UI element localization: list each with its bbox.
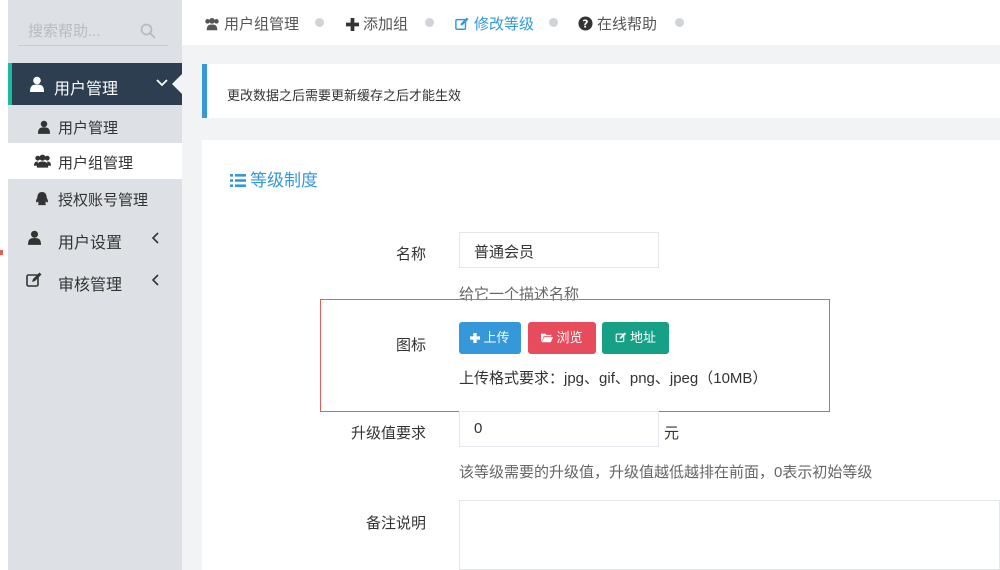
qq-icon <box>35 191 49 206</box>
svg-text:?: ? <box>583 18 589 30</box>
tab-label: 修改等级 <box>474 16 535 33</box>
upgrade-label: 升级值要求 <box>350 425 426 442</box>
sidebar-item-label: 用户管理 <box>54 81 119 98</box>
chevron-down-icon <box>156 79 168 87</box>
panel-title: 等级制度 <box>230 166 318 191</box>
sidebar-item-label: 用户设置 <box>58 235 123 252</box>
user-icon <box>30 76 44 92</box>
highlight-box <box>320 299 830 412</box>
upgrade-value-field[interactable]: 0 <box>459 411 659 447</box>
sidebar-item-review[interactable]: 审核管理 <box>8 259 182 301</box>
remark-label: 备注说明 <box>365 515 426 532</box>
separator-dot <box>549 18 558 27</box>
list-icon <box>230 174 246 187</box>
info-notice: 更改数据之后需要更新缓存之后才能生效 <box>202 64 1000 118</box>
sidebar-subitem-user-group[interactable]: 用户组管理 <box>8 143 182 179</box>
users-icon <box>34 154 51 168</box>
tab-label: 添加组 <box>363 16 409 33</box>
search-box[interactable]: 搜索帮助... <box>18 16 168 46</box>
upgrade-help-text: 该等级需要的升级值，升级值越低越排在前面，0表示初始等级 <box>459 464 873 481</box>
user-icon <box>38 120 50 134</box>
remark-textarea[interactable] <box>459 500 1000 570</box>
sidebar-subitem-label: 授权账号管理 <box>58 192 149 209</box>
sidebar-subitem-label: 用户管理 <box>58 120 119 137</box>
sidebar-subitem-label: 用户组管理 <box>58 155 134 172</box>
separator-dot <box>425 18 434 27</box>
tab-add-group[interactable]: 添加组 <box>346 13 408 34</box>
sidebar-item-user-mgmt[interactable]: 用户管理 <box>8 63 182 105</box>
sidebar-item-user-settings[interactable]: 用户设置 <box>8 217 182 259</box>
search-icon[interactable] <box>140 23 156 39</box>
name-field[interactable]: 普通会员 <box>459 232 659 268</box>
search-input[interactable]: 搜索帮助... <box>28 20 101 41</box>
plus-icon <box>346 18 359 31</box>
user-icon <box>28 230 41 245</box>
tab-label: 在线帮助 <box>597 16 658 33</box>
tab-label: 用户组管理 <box>224 16 300 33</box>
side-marker <box>0 250 3 255</box>
name-label: 名称 <box>395 246 426 263</box>
panel-title-text: 等级制度 <box>250 171 318 190</box>
separator-dot <box>675 18 684 27</box>
sidebar-subitem-user-mgmt[interactable]: 用户管理 <box>8 108 182 144</box>
chevron-left-icon <box>152 232 159 244</box>
separator-dot <box>315 18 324 27</box>
users-icon <box>205 18 219 31</box>
chevron-left-icon <box>152 274 159 286</box>
sidebar-subitem-auth-account[interactable]: 授权账号管理 <box>8 180 182 216</box>
edit-icon <box>26 272 42 287</box>
help-circle-icon: ? <box>578 16 593 31</box>
tab-edit-level[interactable]: 修改等级 <box>454 13 534 34</box>
upgrade-unit: 元 <box>664 425 680 442</box>
active-notch <box>172 74 182 94</box>
tab-online-help[interactable]: ? 在线帮助 <box>578 13 657 34</box>
sidebar-item-label: 审核管理 <box>58 277 123 294</box>
edit-icon <box>455 17 469 30</box>
notice-text: 更改数据之后需要更新缓存之后才能生效 <box>227 88 462 103</box>
tab-group-mgmt[interactable]: 用户组管理 <box>204 13 299 34</box>
sidebar-edge <box>0 0 8 570</box>
active-indicator <box>8 63 12 105</box>
